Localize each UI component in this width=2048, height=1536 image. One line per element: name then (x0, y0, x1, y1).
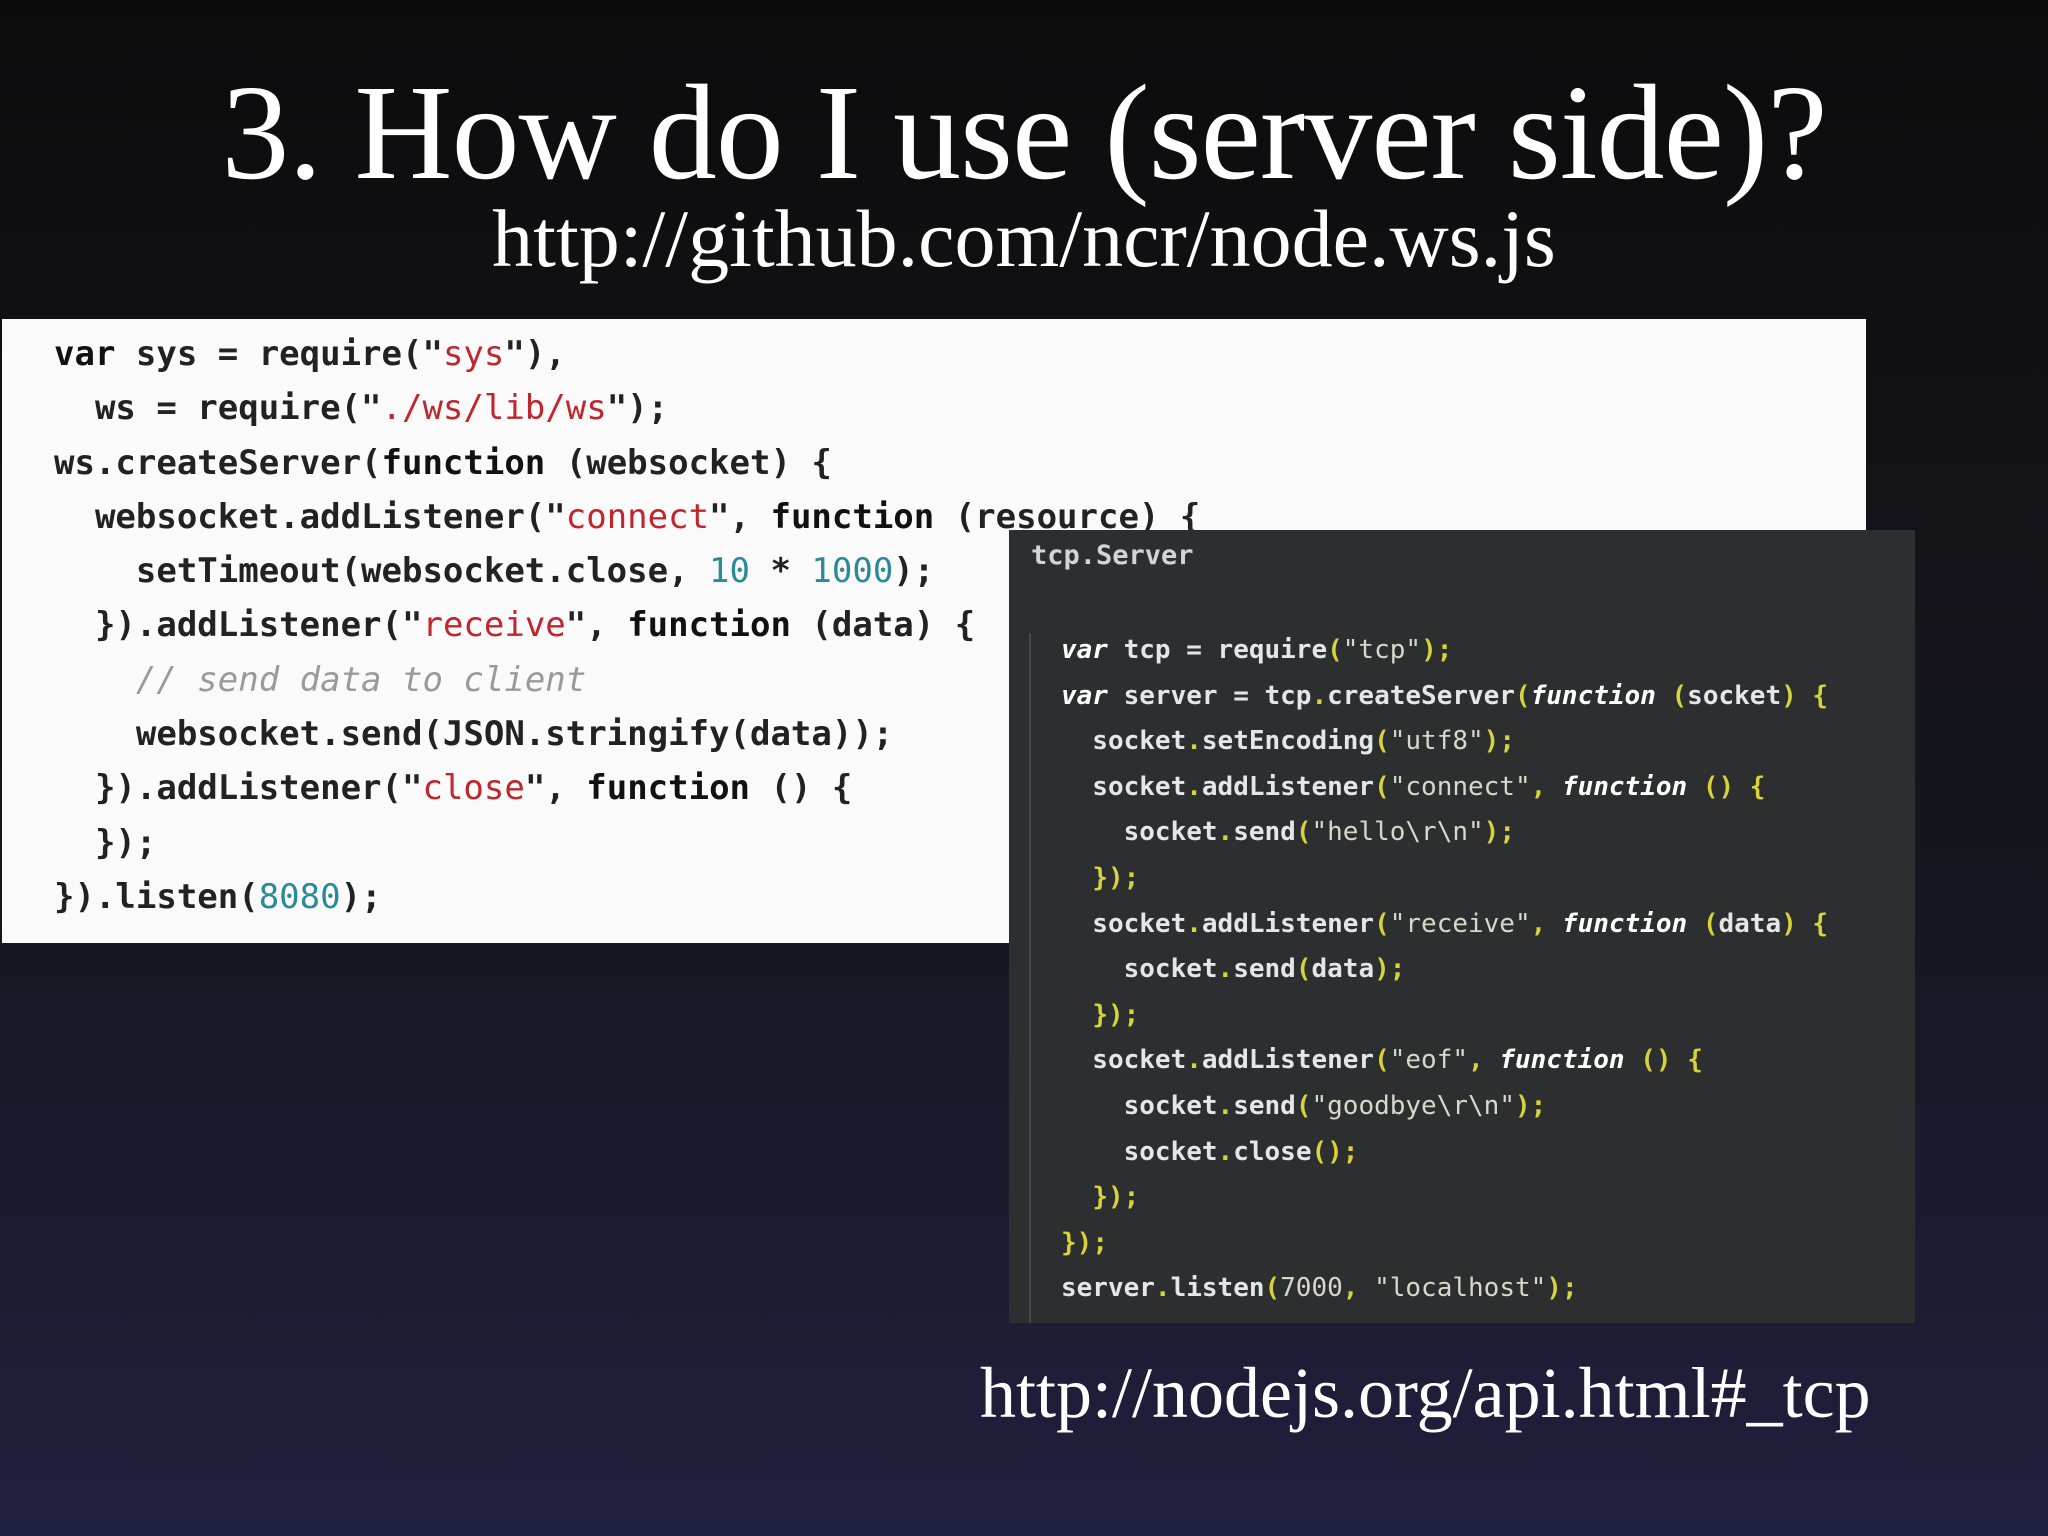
slide-subtitle-link: http://github.com/ncr/node.ws.js (492, 193, 1556, 284)
code-line: var server = tcp.createServer(function (… (1061, 680, 1829, 711)
code-line: ws = require("./ws/lib/ws"); (54, 388, 669, 429)
slide-title: 3. How do I use (server side)? (221, 58, 1827, 208)
footer-link: http://nodejs.org/api.html#_tcp (980, 1353, 1871, 1433)
code-line: socket.addListener("connect", function (… (1061, 771, 1766, 802)
code-line: socket.setEncoding("utf8"); (1061, 726, 1515, 757)
code-line: socket.send("hello\r\n"); (1061, 817, 1515, 848)
tcp-code-block: var tcp = require("tcp"); var server = tc… (1061, 628, 1828, 1312)
code-line: socket.send(data); (1061, 954, 1406, 985)
code-line: server.listen(7000, "localhost"); (1061, 1273, 1578, 1304)
code-line: }); (1061, 1227, 1108, 1258)
tcp-panel-header: tcp.Server (1031, 540, 1194, 571)
code-line: socket.addListener("receive", function (… (1061, 908, 1829, 939)
code-line: var tcp = require("tcp"); (1061, 635, 1453, 665)
code-line: socket.send("goodbye\r\n"); (1061, 1090, 1547, 1121)
code-line: socket.addListener("eof", function () { (1061, 1045, 1703, 1076)
tcp-code-indent-rule (1029, 633, 1031, 1323)
code-line: }); (1092, 1182, 1140, 1213)
code-line: ws.createServer(function (websocket) { (54, 442, 832, 483)
code-line: socket.close(); (1061, 1136, 1359, 1167)
tcp-code-panel: tcp.Server var tcp = require("tcp"); var … (1009, 530, 1915, 1323)
code-line: }); (1092, 999, 1140, 1030)
code-line: }); (1092, 862, 1140, 893)
code-line: var sys = require("sys"), (54, 334, 566, 374)
